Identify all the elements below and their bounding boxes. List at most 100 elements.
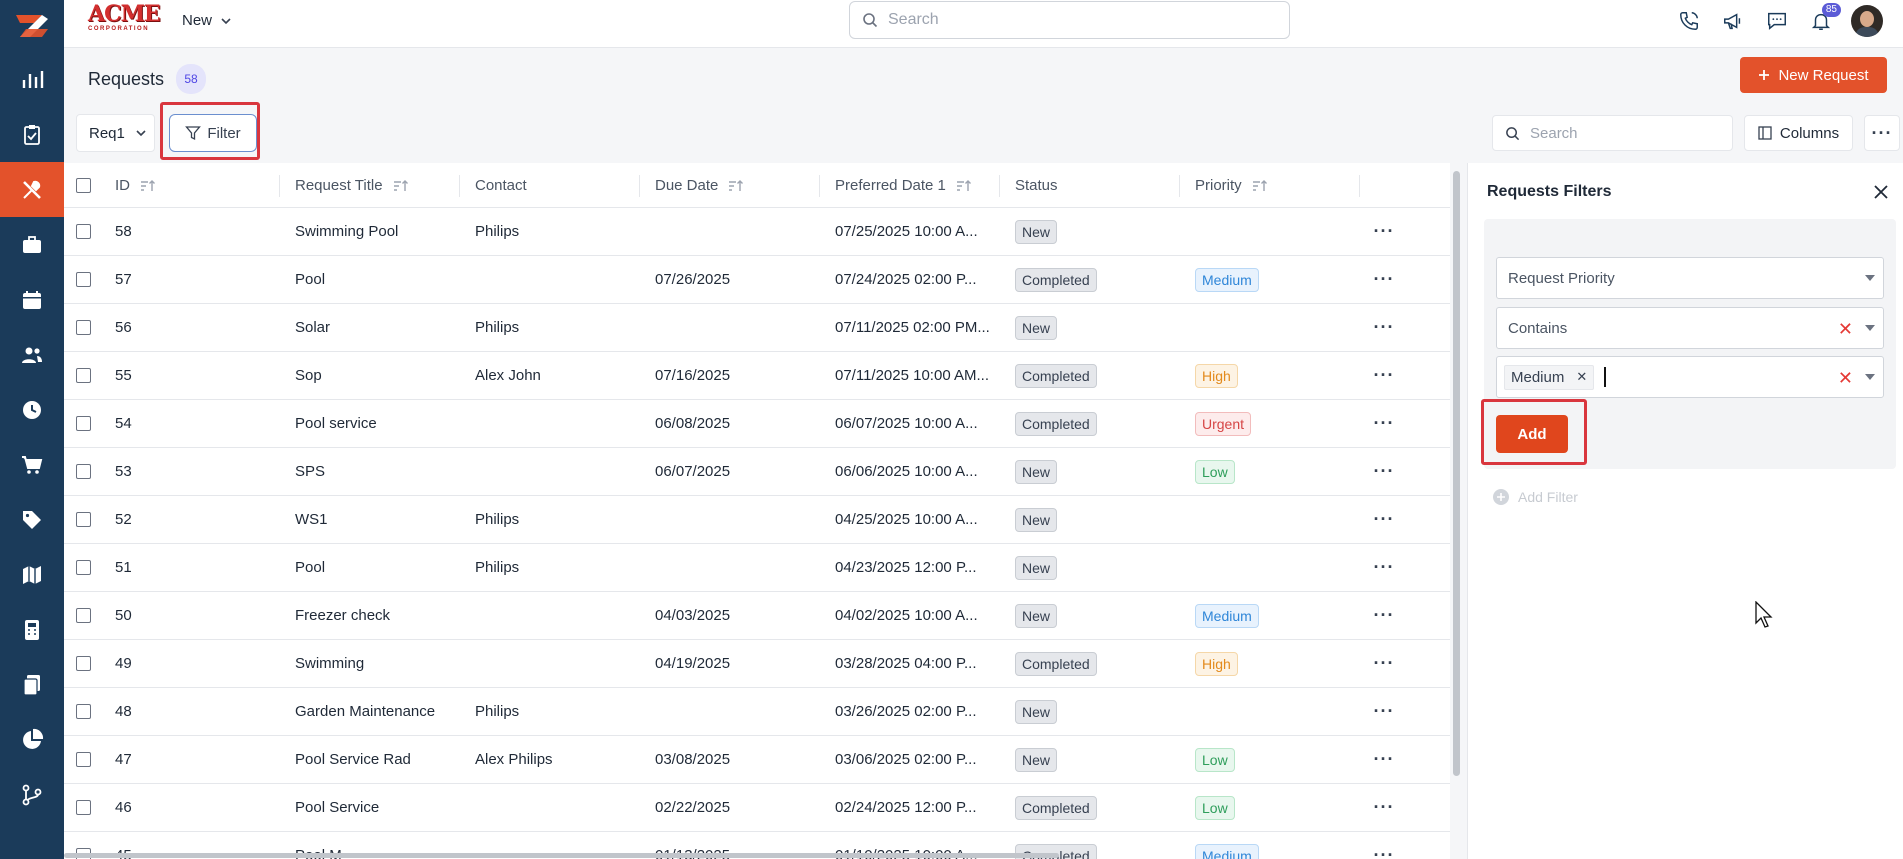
row-actions-button[interactable]: ···	[1364, 208, 1404, 255]
cell-contact[interactable]	[475, 640, 645, 687]
caret-down-icon[interactable]	[1865, 275, 1875, 281]
cell-title[interactable]: Solar	[295, 304, 465, 351]
row-checkbox[interactable]	[76, 400, 96, 447]
cell-contact[interactable]: Philips	[475, 544, 645, 591]
table-row[interactable]: 55 Sop Alex John 07/16/2025 07/11/2025 10:00…	[64, 352, 1450, 400]
table-row[interactable]: 54 Pool service 06/08/2025 06/07/2025 10:00…	[64, 400, 1450, 448]
chat-icon[interactable]	[1763, 7, 1791, 35]
row-actions-button[interactable]: ···	[1364, 400, 1404, 447]
sidebar-item-workflow[interactable]	[0, 767, 64, 822]
table-row[interactable]: 48 Garden Maintenance Philips 03/26/2025 02…	[64, 688, 1450, 736]
table-row[interactable]: 56 Solar Philips 07/11/2025 02:00 PM... New ·…	[64, 304, 1450, 352]
cell-title[interactable]: WS1	[295, 496, 465, 543]
table-row[interactable]: 51 Pool Philips 04/23/2025 12:00 P... New ···	[64, 544, 1450, 592]
row-actions-button[interactable]: ···	[1364, 592, 1404, 639]
columns-button[interactable]: Columns	[1744, 115, 1853, 151]
megaphone-icon[interactable]	[1719, 7, 1747, 35]
row-actions-button[interactable]: ···	[1364, 736, 1404, 783]
sort-icon[interactable]	[728, 179, 744, 193]
table-row[interactable]: 52 WS1 Philips 04/25/2025 10:00 A... New ···	[64, 496, 1450, 544]
filter-field-select[interactable]: Request Priority	[1496, 257, 1884, 299]
row-checkbox[interactable]	[76, 736, 96, 783]
brand-logo[interactable]: ACME CORPORATION	[88, 3, 161, 33]
close-icon[interactable]	[1872, 183, 1890, 201]
cell-contact[interactable]	[475, 400, 645, 447]
select-all-checkbox[interactable]	[76, 163, 96, 208]
clear-icon[interactable]: ✕	[1838, 368, 1853, 389]
cell-contact[interactable]: Philips	[475, 208, 645, 255]
new-request-button[interactable]: New Request	[1740, 57, 1887, 93]
row-checkbox[interactable]	[76, 448, 96, 495]
table-row[interactable]: 47 Pool Service Rad Alex Philips 03/08/2025…	[64, 736, 1450, 784]
sort-icon[interactable]	[393, 179, 409, 193]
row-actions-button[interactable]: ···	[1364, 640, 1404, 687]
cell-title[interactable]: Swimming Pool	[295, 208, 465, 255]
table-row[interactable]: 50 Freezer check 04/03/2025 04/02/2025 10:0…	[64, 592, 1450, 640]
row-checkbox[interactable]	[76, 640, 96, 687]
table-search-input[interactable]: Search	[1492, 115, 1733, 151]
table-row[interactable]: 57 Pool 07/26/2025 07/24/2025 02:00 P... Com…	[64, 256, 1450, 304]
sidebar-item-pie-chart[interactable]	[0, 712, 64, 767]
sidebar-item-users[interactable]	[0, 327, 64, 382]
add-filter-link[interactable]: Add Filter	[1492, 488, 1578, 506]
row-actions-button[interactable]: ···	[1364, 352, 1404, 399]
sidebar-item-calculator[interactable]	[0, 602, 64, 657]
cell-title[interactable]: Pool	[295, 544, 465, 591]
column-header-id[interactable]: ID	[115, 163, 280, 208]
cell-contact[interactable]: Philips	[475, 688, 645, 735]
cell-contact[interactable]	[475, 592, 645, 639]
sidebar-item-map[interactable]	[0, 547, 64, 602]
sidebar-item-briefcase[interactable]	[0, 217, 64, 272]
sidebar-item-clipboard[interactable]	[0, 107, 64, 162]
row-checkbox[interactable]	[76, 688, 96, 735]
cell-title[interactable]: Sop	[295, 352, 465, 399]
sidebar-item-clock[interactable]	[0, 382, 64, 437]
cell-contact[interactable]	[475, 256, 645, 303]
row-actions-button[interactable]: ···	[1364, 448, 1404, 495]
cell-title[interactable]: SPS	[295, 448, 465, 495]
sidebar-item-tools[interactable]	[0, 162, 64, 217]
table-row[interactable]: 46 Pool Service 02/22/2025 02/24/2025 12:00…	[64, 784, 1450, 832]
user-avatar[interactable]	[1851, 5, 1883, 37]
cell-contact[interactable]	[475, 448, 645, 495]
row-checkbox[interactable]	[76, 544, 96, 591]
row-checkbox[interactable]	[76, 208, 96, 255]
column-header-preferred-date[interactable]: Preferred Date 1	[835, 163, 1000, 208]
row-actions-button[interactable]: ···	[1364, 496, 1404, 543]
cell-title[interactable]: Freezer check	[295, 592, 465, 639]
table-horizontal-scrollbar[interactable]	[64, 852, 1450, 859]
add-button[interactable]: Add	[1496, 415, 1568, 453]
caret-down-icon[interactable]	[1865, 374, 1875, 380]
global-search-input[interactable]: Search	[849, 1, 1290, 39]
cell-title[interactable]: Garden Maintenance	[295, 688, 465, 735]
new-menu[interactable]: New	[182, 12, 232, 29]
column-header-status[interactable]: Status	[1015, 163, 1180, 208]
column-header-due-date[interactable]: Due Date	[655, 163, 820, 208]
filter-value-select[interactable]: Medium ✕ ✕	[1496, 356, 1884, 398]
row-checkbox[interactable]	[76, 784, 96, 831]
row-actions-button[interactable]: ···	[1364, 688, 1404, 735]
sidebar-item-cart[interactable]	[0, 437, 64, 492]
cell-contact[interactable]: Alex Philips	[475, 736, 645, 783]
sort-icon[interactable]	[140, 179, 156, 193]
cell-contact[interactable]: Philips	[475, 304, 645, 351]
sidebar-item-tag[interactable]	[0, 492, 64, 547]
cell-title[interactable]: Pool	[295, 256, 465, 303]
cell-title[interactable]: Swimming	[295, 640, 465, 687]
row-actions-button[interactable]: ···	[1364, 256, 1404, 303]
sort-icon[interactable]	[1252, 179, 1268, 193]
view-select[interactable]: Req1	[76, 114, 155, 152]
cell-title[interactable]: Pool service	[295, 400, 465, 447]
sort-icon[interactable]	[956, 179, 972, 193]
row-actions-button[interactable]: ···	[1364, 544, 1404, 591]
filter-button[interactable]: Filter	[169, 114, 257, 152]
more-options-button[interactable]: ···	[1864, 115, 1900, 151]
table-row[interactable]: 53 SPS 06/07/2025 06/06/2025 10:00 A... New L…	[64, 448, 1450, 496]
row-checkbox[interactable]	[76, 592, 96, 639]
sidebar-item-documents[interactable]	[0, 657, 64, 712]
column-header-title[interactable]: Request Title	[295, 163, 460, 208]
table-row[interactable]: 49 Swimming 04/19/2025 03/28/2025 04:00 P..…	[64, 640, 1450, 688]
cell-contact[interactable]: Alex John	[475, 352, 645, 399]
row-checkbox[interactable]	[76, 352, 96, 399]
row-actions-button[interactable]: ···	[1364, 784, 1404, 831]
